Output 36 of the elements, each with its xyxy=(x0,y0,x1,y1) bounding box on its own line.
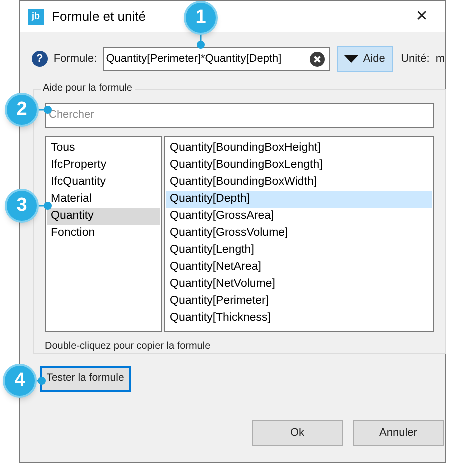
formula-item[interactable]: Quantity[BoundingBoxHeight] xyxy=(166,140,432,156)
formula-value: Quantity[Perimeter]*Quantity[Depth] xyxy=(106,52,283,67)
formula-item[interactable]: Quantity[NetVolume] xyxy=(166,276,432,292)
category-item[interactable]: Fonction xyxy=(47,224,160,242)
app-logo: jb xyxy=(28,8,44,24)
category-item[interactable]: IfcProperty xyxy=(47,156,160,174)
unit-label: Unité: xyxy=(401,52,430,67)
formula-label: Formule: xyxy=(54,52,98,67)
formula-item[interactable]: Quantity[Length] xyxy=(166,242,432,258)
help-icon[interactable]: ? xyxy=(32,51,48,67)
category-item[interactable]: Tous xyxy=(47,140,160,156)
help-toggle-button[interactable]: Aide xyxy=(336,46,394,72)
unit-value: m xyxy=(436,52,445,67)
formula-item[interactable]: Quantity[Depth] xyxy=(166,190,432,208)
callout-number: 4 xyxy=(3,364,37,398)
window-title: Formule et unité xyxy=(52,8,146,26)
formula-item[interactable]: Quantity[Thickness] xyxy=(166,310,432,326)
category-item[interactable]: Quantity xyxy=(47,208,160,224)
formula-field[interactable]: Quantity[Perimeter]*Quantity[Depth] xyxy=(103,47,330,71)
formula-item[interactable]: Quantity[NetArea] xyxy=(166,258,432,276)
formula-item[interactable]: Quantity[GrossVolume] xyxy=(166,224,432,242)
dialog-button[interactable]: Ok xyxy=(252,420,343,446)
callout-number: 3 xyxy=(5,189,39,223)
category-item[interactable]: Material xyxy=(47,190,160,208)
dialog-button[interactable]: Annuler xyxy=(353,420,444,446)
callout-number: 2 xyxy=(5,93,39,127)
formula-item[interactable]: Quantity[BoundingBoxLength] xyxy=(166,156,432,174)
hint-text: Double-cliquez pour copier la formule xyxy=(45,340,212,354)
search-field[interactable]: Chercher xyxy=(45,102,434,128)
close-button[interactable]: ✕ xyxy=(407,2,437,30)
category-item[interactable]: IfcQuantity xyxy=(47,174,160,190)
formula-item[interactable]: Quantity[Perimeter] xyxy=(166,292,432,310)
test-formula-button[interactable]: Tester la formule xyxy=(40,366,131,392)
formula-item[interactable]: Quantity[GrossArea] xyxy=(166,208,432,224)
formula-item[interactable]: Quantity[BoundingBoxWidth] xyxy=(166,174,432,190)
group-legend: Aide pour la formule xyxy=(41,82,134,96)
